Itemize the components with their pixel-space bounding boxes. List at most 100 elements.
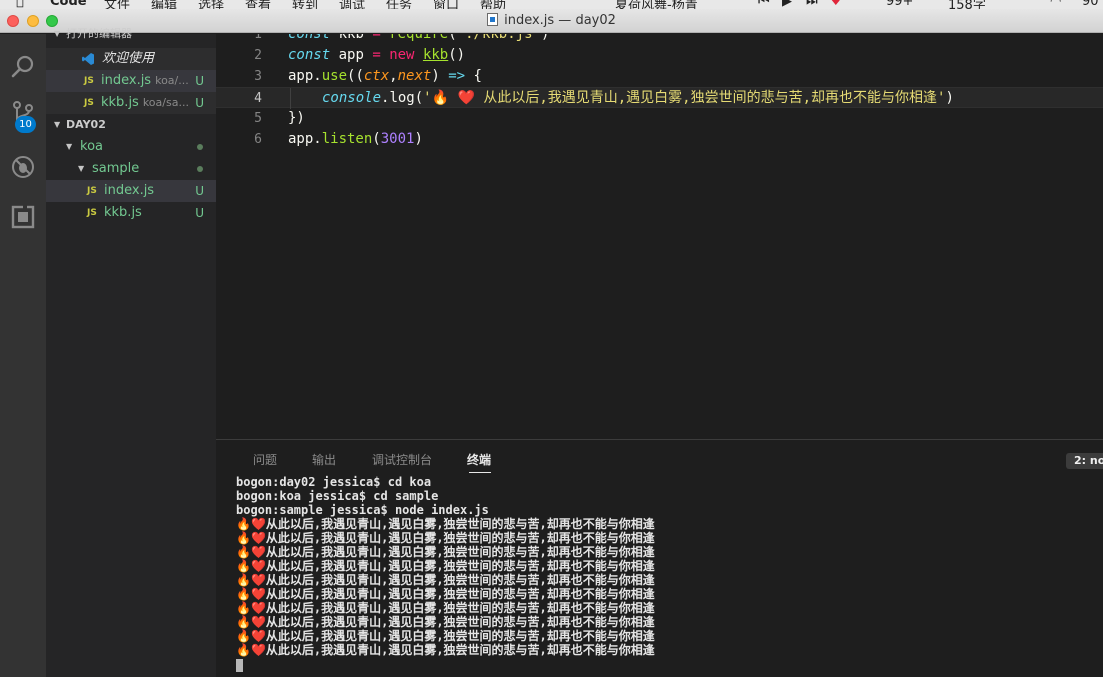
- window-title-text: index.js — day02: [504, 13, 616, 28]
- macos-menubar:  Code 文件 编辑 选择 查看 转到 调试 任务 窗口 帮助 夏荷风舞-杨…: [0, 0, 1103, 9]
- code-text: app.use((ctx,next) => {: [288, 66, 482, 87]
- terminal-output[interactable]: bogon:day02 jessica$ cd koa bogon:koa je…: [236, 475, 1096, 673]
- code-line-4[interactable]: 4 console.log('🔥 ❤️ 从此以后,我遇见青山,遇见白雾,独尝世间…: [216, 87, 1103, 109]
- file-name: kkb.js: [104, 205, 142, 220]
- explorer-search-activity[interactable]: [0, 44, 46, 90]
- token-identifier: app.: [288, 68, 322, 84]
- modified-dot: [197, 166, 203, 172]
- scm-count-badge: 10: [15, 116, 36, 133]
- media-prev-icon[interactable]: ⏮: [758, 0, 770, 9]
- token-number: 3001: [380, 131, 415, 147]
- file-name: index.js: [101, 73, 152, 88]
- terminal-line: 🔥❤️从此以后,我遇见青山,遇见白雾,独尝世间的悲与苦,却再也不能与你相逢: [236, 601, 655, 615]
- terminal-line: 🔥❤️从此以后,我遇见青山,遇见白雾,独尝世间的悲与苦,却再也不能与你相逢: [236, 559, 655, 573]
- token-keyword: const: [288, 47, 331, 63]
- debug-icon: [12, 156, 34, 178]
- menu-help[interactable]: 帮助: [480, 0, 506, 9]
- token-operator: =: [372, 34, 381, 42]
- untracked-flag: U: [195, 184, 204, 198]
- token-punct: {: [473, 68, 482, 84]
- terminal-line: 🔥❤️从此以后,我遇见青山,遇见白雾,独尝世间的悲与苦,却再也不能与你相逢: [236, 643, 655, 657]
- token-identifier: app.: [288, 131, 322, 147]
- tab-terminal[interactable]: 终端: [467, 451, 491, 468]
- folder-name: koa: [80, 139, 103, 154]
- activity-bar: 10: [0, 34, 46, 677]
- token-punct: ): [945, 90, 954, 106]
- vscode-icon: [82, 53, 94, 65]
- code-text: app.listen(3001): [288, 129, 423, 150]
- code-line-2[interactable]: 2 const app = new kkb(): [216, 45, 1103, 66]
- menu-go[interactable]: 转到: [292, 0, 318, 9]
- debug-activity[interactable]: [0, 144, 46, 190]
- window-title: index.js — day02: [0, 13, 1103, 28]
- token-punct: ,: [389, 68, 398, 84]
- token-identifier: kkb: [338, 34, 364, 42]
- terminal-prompt[interactable]: [236, 659, 1096, 673]
- notification-count[interactable]: 99+: [886, 0, 913, 9]
- tree-file-kkb-js[interactable]: JS kkb.js U: [46, 202, 216, 224]
- chevron-down-icon: ▼: [54, 29, 61, 38]
- code-line-5[interactable]: 5 }): [216, 108, 1103, 129]
- code-line-1[interactable]: 1 const kkb = require('./kkb.js'): [216, 34, 1103, 45]
- token-function: require: [389, 34, 449, 42]
- token-identifier: app: [338, 47, 364, 63]
- token-string: './kkb.js': [456, 34, 541, 42]
- tab-debug-console[interactable]: 调试控制台: [372, 451, 432, 468]
- tab-output[interactable]: 输出: [312, 451, 336, 468]
- line-number: 4: [254, 91, 262, 106]
- open-editor-kkb-js[interactable]: JS kkb.js koa/sa... U: [46, 92, 216, 114]
- token-punct: ((: [347, 68, 364, 84]
- menu-view[interactable]: 查看: [245, 0, 271, 9]
- word-count: 158字: [948, 0, 986, 9]
- file-path: koa/...: [155, 74, 189, 87]
- tree-file-index-js[interactable]: JS index.js U: [46, 180, 216, 202]
- open-editor-name: index.js koa/...: [101, 70, 189, 92]
- menu-window[interactable]: 窗口: [433, 0, 459, 9]
- extensions-icon: [11, 205, 35, 229]
- token-punct: (: [372, 131, 381, 147]
- media-play-icon[interactable]: ▶: [782, 0, 792, 9]
- workspace-header[interactable]: ▼ DAY02: [46, 114, 216, 136]
- heart-icon[interactable]: ♥: [830, 0, 842, 9]
- open-editor-welcome[interactable]: 欢迎使用: [46, 48, 216, 70]
- token-support: console: [322, 90, 382, 106]
- extensions-activity[interactable]: [0, 194, 46, 240]
- code-line-3[interactable]: 3 app.use((ctx,next) => {: [216, 66, 1103, 87]
- token-punct: ): [540, 34, 550, 42]
- tree-folder-koa[interactable]: ▼ koa: [46, 136, 216, 158]
- token-param: next: [397, 68, 432, 84]
- terminal-selector[interactable]: 2: node: [1066, 453, 1103, 469]
- menu-app-name[interactable]: Code: [50, 0, 87, 9]
- open-editor-name: kkb.js koa/sa...: [101, 92, 189, 114]
- code-editor[interactable]: 1 const kkb = require('./kkb.js') 2 cons…: [216, 34, 1103, 439]
- chevron-down-icon: ▼: [54, 120, 61, 129]
- untracked-flag: U: [195, 96, 204, 110]
- file-path: koa/sa...: [142, 96, 189, 109]
- terminal-line: bogon:day02 jessica$ cd koa: [236, 475, 432, 489]
- open-editors-label: 打开的编辑器: [66, 28, 132, 40]
- terminal-line: 🔥❤️从此以后,我遇见青山,遇见白雾,独尝世间的悲与苦,却再也不能与你相逢: [236, 517, 655, 531]
- menu-tasks[interactable]: 任务: [386, 0, 412, 9]
- terminal-line: 🔥❤️从此以后,我遇见青山,遇见白雾,独尝世间的悲与苦,却再也不能与你相逢: [236, 629, 655, 643]
- terminal-line: bogon:koa jessica$ cd sample: [236, 489, 439, 503]
- menu-debug[interactable]: 调试: [339, 0, 365, 9]
- wifi-icon[interactable]: ◠: [1050, 0, 1061, 9]
- battery-level: 90: [1082, 0, 1099, 9]
- code-line-6[interactable]: 6 app.listen(3001): [216, 129, 1103, 150]
- line-number: 3: [254, 69, 262, 84]
- token-arrow: =>: [448, 68, 466, 84]
- tab-problems[interactable]: 问题: [253, 451, 277, 468]
- open-editor-index-js[interactable]: JS index.js koa/... U: [46, 70, 216, 92]
- tree-folder-sample[interactable]: ▼ sample: [46, 158, 216, 180]
- indent-guide: [290, 88, 291, 109]
- menu-file[interactable]: 文件: [104, 0, 130, 9]
- menu-selection[interactable]: 选择: [198, 0, 224, 9]
- line-number: 6: [254, 132, 262, 147]
- open-editors-header[interactable]: ▼ 打开的编辑器: [46, 28, 216, 40]
- token-keyword: const: [288, 34, 331, 42]
- menu-edit[interactable]: 编辑: [151, 0, 177, 9]
- search-icon: [11, 55, 34, 78]
- apple-icon[interactable]: : [16, 0, 24, 9]
- media-next-icon[interactable]: ⏭: [806, 0, 818, 9]
- explorer-sidebar: ▼ 打开的编辑器 欢迎使用 JS index.js koa/... U JS kk…: [46, 28, 216, 677]
